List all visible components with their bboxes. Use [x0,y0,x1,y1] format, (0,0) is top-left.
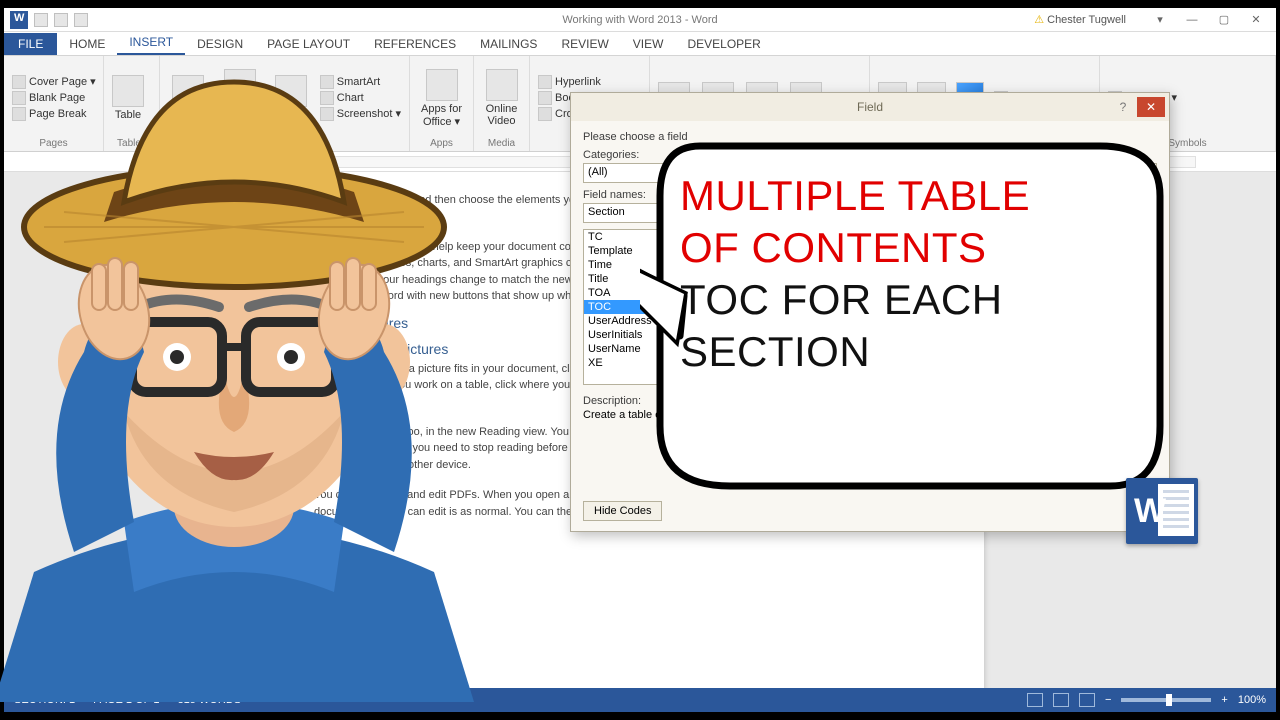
view-read-icon[interactable] [1027,693,1043,707]
tab-view[interactable]: VIEW [621,33,676,55]
zoom-in-button[interactable]: + [1221,694,1227,706]
word-app-icon [10,11,28,29]
ribbon-options-icon[interactable]: ▾ [1146,11,1174,29]
bubble-line3: TOC FOR EACH [680,274,1144,326]
quick-access-toolbar[interactable] [34,13,88,27]
bubble-line4: SECTION [680,326,1144,378]
dialog-title: Field [857,100,883,114]
view-print-icon[interactable] [1053,693,1069,707]
hyperlink-button[interactable]: Hyperlink [538,75,634,89]
zoom-slider[interactable] [1121,698,1211,702]
maximize-button[interactable]: ▢ [1210,11,1238,29]
zoom-level[interactable]: 100% [1238,694,1266,706]
word-logo-badge: W [1126,478,1198,544]
save-icon[interactable] [34,13,48,27]
tab-developer[interactable]: DEVELOPER [675,33,772,55]
dialog-help-button[interactable]: ? [1111,97,1135,117]
view-web-icon[interactable] [1079,693,1095,707]
close-button[interactable]: ✕ [1242,11,1270,29]
window-title: Working with Word 2013 - Word [562,14,717,26]
cartoon-avatar [0,52,494,702]
bookmark-icon [538,91,552,105]
undo-icon[interactable] [54,13,68,27]
bubble-line2: OF CONTENTS [680,222,1144,274]
dialog-close-button[interactable]: ✕ [1137,97,1165,117]
redo-icon[interactable] [74,13,88,27]
minimize-button[interactable]: — [1178,11,1206,29]
zoom-out-button[interactable]: − [1105,694,1111,706]
bubble-line1: MULTIPLE TABLE [680,170,1144,222]
account-user[interactable]: Chester Tugwell [1034,13,1126,26]
cross-ref-icon [538,107,552,121]
hyperlink-icon [538,75,552,89]
speech-bubble: MULTIPLE TABLE OF CONTENTS TOC FOR EACH … [640,126,1178,508]
tab-review[interactable]: REVIEW [549,33,620,55]
dialog-titlebar[interactable]: Field ? ✕ [571,93,1169,121]
titlebar: Working with Word 2013 - Word Chester Tu… [4,8,1276,32]
